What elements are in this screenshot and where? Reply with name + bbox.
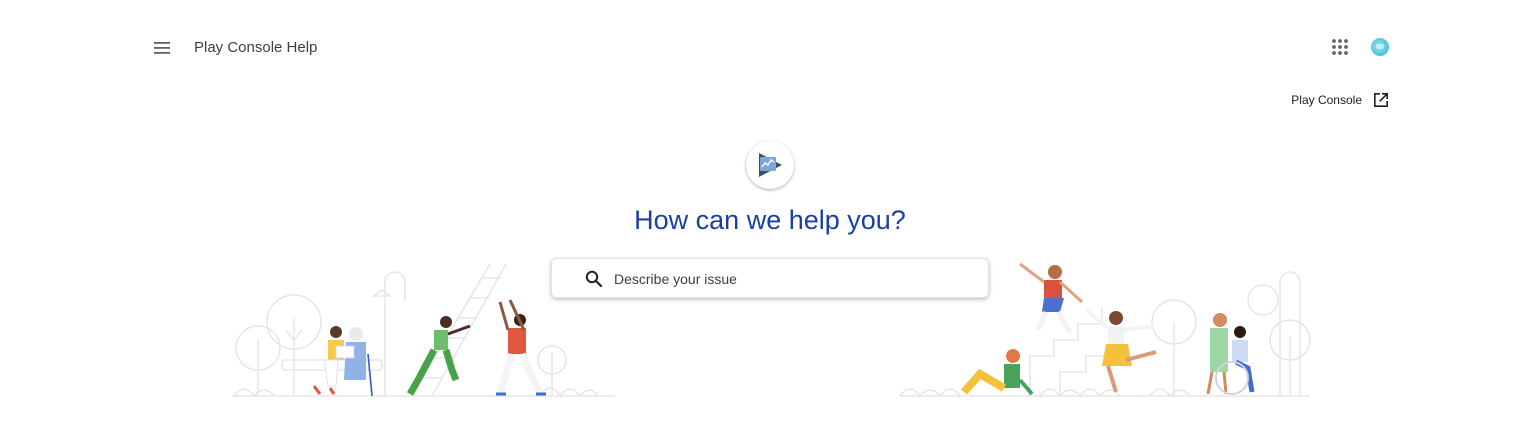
search-input[interactable] (612, 259, 976, 299)
search-box[interactable] (551, 258, 989, 299)
search-icon (585, 270, 603, 288)
help-center-page: Play Console Help Play Console How can w… (0, 0, 1532, 430)
hero-illustration (232, 262, 1311, 398)
